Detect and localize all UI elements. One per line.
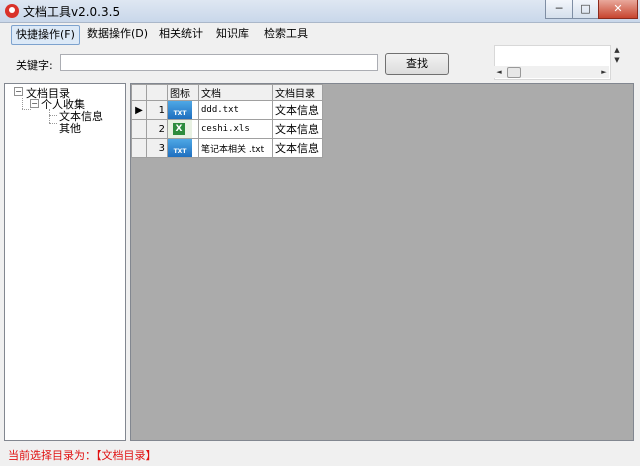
cell-icon: TXT xyxy=(167,138,199,158)
menu-search-tools[interactable]: 检索工具 xyxy=(260,25,312,43)
tree-line xyxy=(49,115,57,116)
keyword-label: 关键字: xyxy=(16,59,53,72)
tree-node-other[interactable]: 其他 xyxy=(59,120,81,136)
app-logo-icon xyxy=(5,4,19,18)
maximize-button[interactable]: □ xyxy=(572,0,599,19)
document-grid[interactable]: 图标 文档 文档目录 ▶ 1 TXT ddd.txt 文本信息 2 X cesh… xyxy=(130,83,634,441)
cell-icon: TXT xyxy=(167,100,199,120)
current-row-marker-icon: ▶ xyxy=(131,100,147,120)
minimize-button[interactable]: ─ xyxy=(545,0,573,19)
cell-document[interactable]: ceshi.xls xyxy=(198,119,273,139)
menu-statistics[interactable]: 相关统计 xyxy=(155,25,207,43)
cell-document[interactable]: 笔记本相关 .txt xyxy=(198,138,273,158)
document-table: 图标 文档 文档目录 ▶ 1 TXT ddd.txt 文本信息 2 X cesh… xyxy=(131,84,323,158)
header-rownum xyxy=(146,84,168,101)
menu-knowledge-base[interactable]: 知识库 xyxy=(212,25,253,43)
row-indicator xyxy=(131,119,147,139)
menu-bar: 快捷操作(F) 数据操作(D) 相关统计 知识库 检索工具 xyxy=(0,23,640,45)
excel-logo-icon: X xyxy=(173,123,185,135)
column-header-document[interactable]: 文档 xyxy=(198,84,273,101)
row-number: 2 xyxy=(146,119,168,139)
scroll-right-icon[interactable]: ► xyxy=(599,66,609,78)
menu-quick-actions[interactable]: 快捷操作(F) xyxy=(11,25,80,45)
txt-file-icon: TXT xyxy=(168,101,192,119)
cell-directory[interactable]: 文本信息 xyxy=(272,100,323,120)
status-text: 当前选择目录为：【文档目录】 xyxy=(8,449,157,462)
title-bar: 文档工具v2.0.3.5 ─ □ ✕ xyxy=(0,0,640,23)
horizontal-scrollbar[interactable]: ◄ ► xyxy=(494,66,609,78)
status-bar: 当前选择目录为：【文档目录】 xyxy=(0,442,640,466)
cell-directory[interactable]: 文本信息 xyxy=(272,119,323,139)
txt-file-icon: TXT xyxy=(168,139,192,157)
spin-up-icon[interactable]: ▲ xyxy=(611,45,623,55)
tree-line xyxy=(22,109,31,110)
directory-tree[interactable]: − 文档目录 − 个人收集 文本信息 其他 xyxy=(4,83,126,441)
table-row[interactable]: 2 X ceshi.xls 文本信息 xyxy=(131,119,323,139)
keyword-input[interactable] xyxy=(60,54,378,71)
close-button[interactable]: ✕ xyxy=(598,0,638,19)
collapse-root-icon[interactable]: − xyxy=(14,87,23,96)
scroll-left-icon[interactable]: ◄ xyxy=(494,66,504,78)
header-corner xyxy=(131,84,147,101)
cell-icon: X xyxy=(167,119,199,139)
column-header-directory[interactable]: 文档目录 xyxy=(272,84,323,101)
table-row[interactable]: 3 TXT 笔记本相关 .txt 文本信息 xyxy=(131,138,323,158)
find-button[interactable]: 查找 xyxy=(385,53,449,75)
table-row[interactable]: ▶ 1 TXT ddd.txt 文本信息 xyxy=(131,100,323,120)
tree-line xyxy=(49,123,57,124)
row-number: 3 xyxy=(146,138,168,158)
xls-file-icon: X xyxy=(168,120,192,138)
scroll-thumb[interactable] xyxy=(507,67,521,78)
window-title: 文档工具v2.0.3.5 xyxy=(23,5,121,19)
spin-down-icon[interactable]: ▼ xyxy=(611,55,623,65)
spin-buttons[interactable]: ▲ ▼ xyxy=(611,45,623,69)
collapse-collection-icon[interactable]: − xyxy=(30,99,39,108)
row-indicator xyxy=(131,138,147,158)
tree-line xyxy=(22,98,23,109)
table-header-row: 图标 文档 文档目录 xyxy=(131,84,323,101)
row-number: 1 xyxy=(146,100,168,120)
column-header-icon[interactable]: 图标 xyxy=(167,84,199,101)
cell-directory[interactable]: 文本信息 xyxy=(272,138,323,158)
cell-document[interactable]: ddd.txt xyxy=(198,100,273,120)
menu-data-actions[interactable]: 数据操作(D) xyxy=(83,25,152,43)
